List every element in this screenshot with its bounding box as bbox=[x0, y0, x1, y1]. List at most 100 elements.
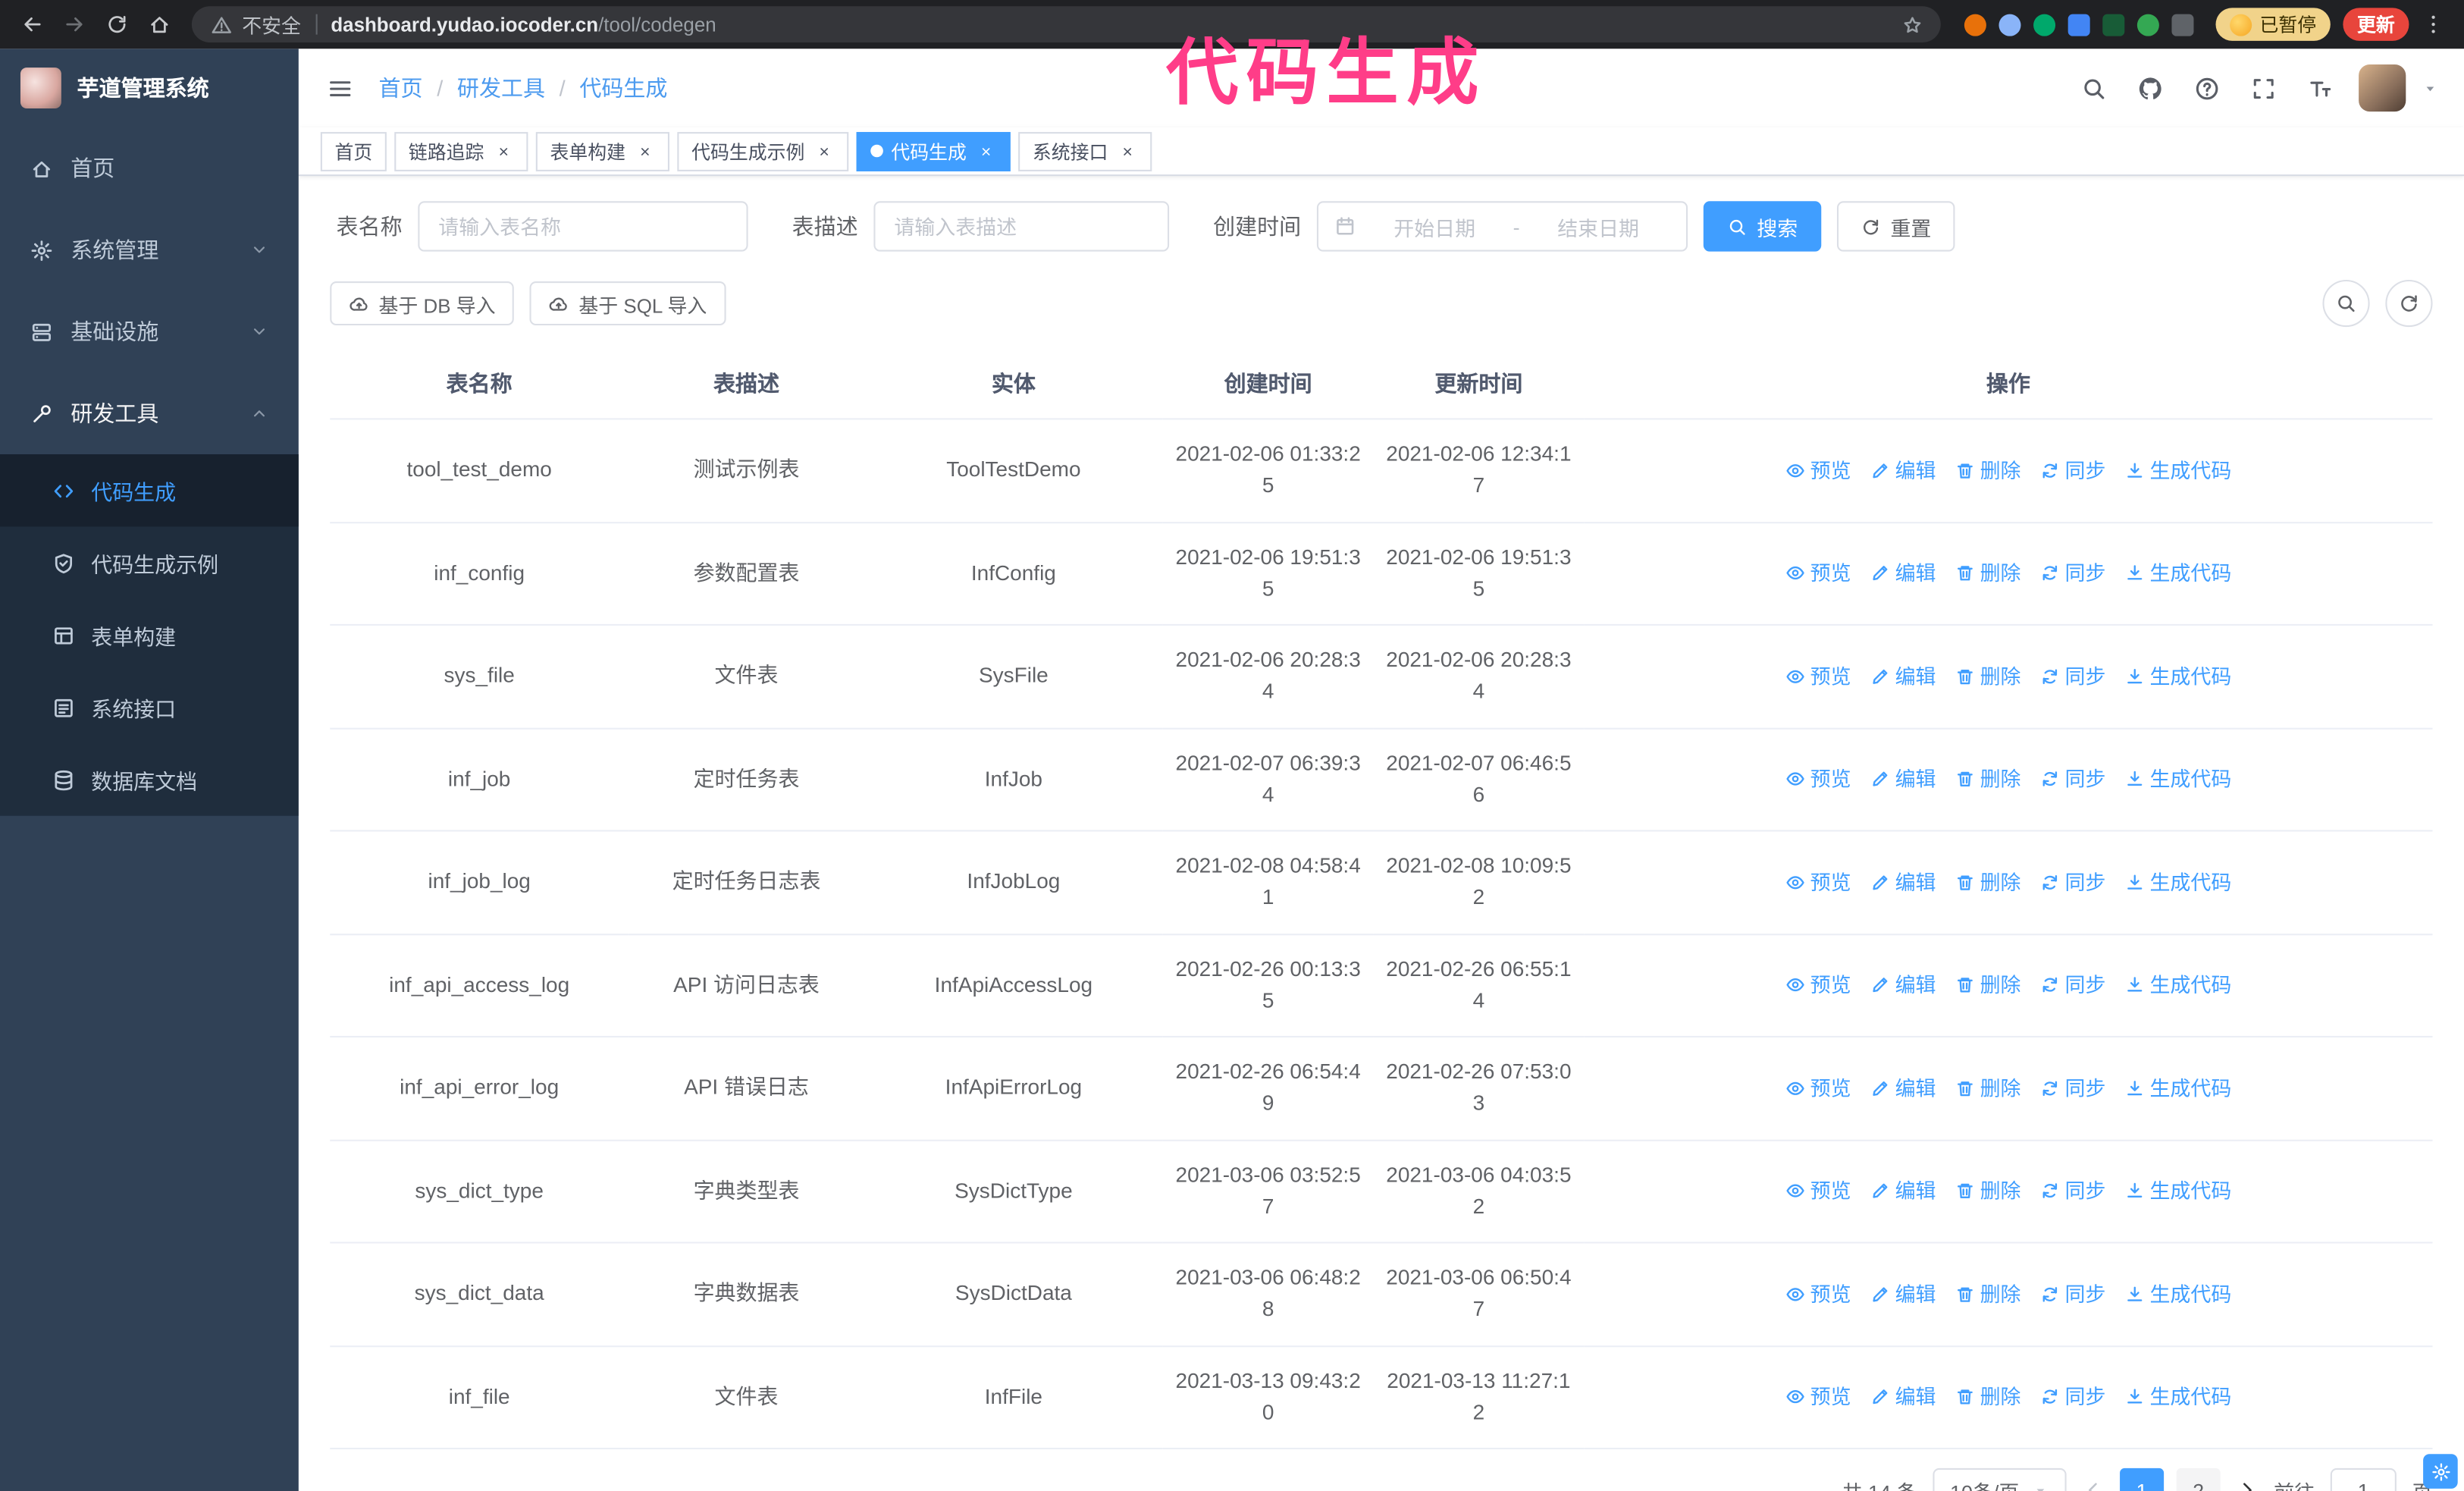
sync-link[interactable]: 同步 bbox=[2039, 1073, 2105, 1103]
help-icon[interactable] bbox=[2189, 71, 2224, 105]
sync-link[interactable]: 同步 bbox=[2039, 1382, 2105, 1412]
goto-page-input[interactable] bbox=[2330, 1467, 2397, 1491]
edit-link[interactable]: 编辑 bbox=[1870, 1073, 1936, 1103]
generate-link[interactable]: 生成代码 bbox=[2124, 764, 2231, 794]
extension-icon[interactable] bbox=[2033, 13, 2056, 36]
tab-form-builder[interactable]: 表单构建 bbox=[535, 131, 670, 171]
extension-icon[interactable] bbox=[2102, 13, 2125, 36]
github-icon[interactable] bbox=[2133, 71, 2168, 105]
prev-page-button[interactable] bbox=[2082, 1479, 2104, 1491]
breadcrumb-item[interactable]: 研发工具 bbox=[457, 72, 545, 103]
page-1-button[interactable]: 1 bbox=[2120, 1467, 2165, 1491]
create-time-range-picker[interactable]: 开始日期 - 结束日期 bbox=[1316, 201, 1688, 252]
page-2-button[interactable]: 2 bbox=[2176, 1467, 2221, 1491]
preview-link[interactable]: 预览 bbox=[1785, 970, 1851, 1000]
delete-link[interactable]: 删除 bbox=[1955, 455, 2020, 485]
tab-api-doc[interactable]: 系统接口 bbox=[1018, 131, 1152, 171]
forward-icon[interactable] bbox=[55, 5, 93, 43]
reset-button[interactable]: 重置 bbox=[1837, 201, 1955, 252]
breadcrumb-item[interactable]: 首页 bbox=[379, 72, 423, 103]
generate-link[interactable]: 生成代码 bbox=[2124, 455, 2231, 485]
generate-link[interactable]: 生成代码 bbox=[2124, 1279, 2231, 1309]
edit-link[interactable]: 编辑 bbox=[1870, 1176, 1936, 1206]
delete-link[interactable]: 删除 bbox=[1955, 970, 2020, 1000]
user-avatar[interactable] bbox=[2359, 64, 2406, 112]
import-db-button[interactable]: 基于 DB 导入 bbox=[330, 281, 515, 326]
generate-link[interactable]: 生成代码 bbox=[2124, 1176, 2231, 1206]
logo[interactable]: 芋道管理系统 bbox=[0, 49, 299, 127]
preview-link[interactable]: 预览 bbox=[1785, 661, 1851, 692]
extension-icon[interactable] bbox=[1998, 13, 2021, 36]
profile-paused-badge[interactable]: 已暂停 bbox=[2215, 8, 2331, 41]
fullscreen-icon[interactable] bbox=[2246, 71, 2281, 105]
address-bar[interactable]: 不安全 dashboard.yudao.iocoder.cn/tool/code… bbox=[191, 5, 1941, 43]
sync-link[interactable]: 同步 bbox=[2039, 558, 2105, 589]
preview-link[interactable]: 预览 bbox=[1785, 558, 1851, 589]
user-menu-caret-icon[interactable] bbox=[2419, 71, 2440, 105]
preview-link[interactable]: 预览 bbox=[1785, 1073, 1851, 1103]
preview-link[interactable]: 预览 bbox=[1785, 1176, 1851, 1206]
delete-link[interactable]: 删除 bbox=[1955, 1073, 2020, 1103]
edit-link[interactable]: 编辑 bbox=[1870, 455, 1936, 485]
sidebar-item-system[interactable]: 系统管理 bbox=[0, 209, 299, 291]
delete-link[interactable]: 删除 bbox=[1955, 1382, 2020, 1412]
tab-home[interactable]: 首页 bbox=[320, 131, 387, 171]
search-button[interactable]: 搜索 bbox=[1703, 201, 1822, 252]
table-desc-input[interactable] bbox=[873, 201, 1170, 252]
back-icon[interactable] bbox=[13, 5, 51, 43]
preview-link[interactable]: 预览 bbox=[1785, 1382, 1851, 1412]
tab-codegen[interactable]: 代码生成 bbox=[856, 131, 1011, 171]
bookmark-star-icon[interactable] bbox=[1894, 5, 1932, 43]
close-tab-icon[interactable] bbox=[813, 140, 835, 162]
extension-icon[interactable] bbox=[2171, 13, 2194, 36]
import-sql-button[interactable]: 基于 SQL 导入 bbox=[530, 281, 726, 326]
sidebar-item-db-doc[interactable]: 数据库文档 bbox=[0, 743, 299, 815]
generate-link[interactable]: 生成代码 bbox=[2124, 661, 2231, 692]
extension-icon[interactable] bbox=[2067, 13, 2090, 36]
preview-link[interactable]: 预览 bbox=[1785, 455, 1851, 485]
generate-link[interactable]: 生成代码 bbox=[2124, 558, 2231, 589]
close-tab-icon[interactable] bbox=[633, 140, 655, 162]
tab-codegen-example[interactable]: 代码生成示例 bbox=[677, 131, 849, 171]
sync-link[interactable]: 同步 bbox=[2039, 970, 2105, 1000]
settings-fab[interactable] bbox=[2423, 1454, 2458, 1489]
sidebar-item-infrastructure[interactable]: 基础设施 bbox=[0, 290, 299, 372]
sidebar-item-codegen-example[interactable]: 代码生成示例 bbox=[0, 526, 299, 598]
page-size-select[interactable]: 10条/页 bbox=[1933, 1467, 2067, 1491]
browser-menu-icon[interactable] bbox=[2414, 5, 2452, 43]
sidebar-toggle-icon[interactable] bbox=[322, 71, 357, 105]
sidebar-item-dev-tools[interactable]: 研发工具 bbox=[0, 372, 299, 454]
generate-link[interactable]: 生成代码 bbox=[2124, 867, 2231, 897]
sidebar-item-api-doc[interactable]: 系统接口 bbox=[0, 671, 299, 743]
table-name-input[interactable] bbox=[418, 201, 748, 252]
edit-link[interactable]: 编辑 bbox=[1870, 661, 1936, 692]
delete-link[interactable]: 删除 bbox=[1955, 1279, 2020, 1309]
close-tab-icon[interactable] bbox=[492, 140, 514, 162]
delete-link[interactable]: 删除 bbox=[1955, 867, 2020, 897]
sync-link[interactable]: 同步 bbox=[2039, 764, 2105, 794]
delete-link[interactable]: 删除 bbox=[1955, 661, 2020, 692]
edit-link[interactable]: 编辑 bbox=[1870, 558, 1936, 589]
reload-icon[interactable] bbox=[98, 5, 136, 43]
sidebar-item-form-builder[interactable]: 表单构建 bbox=[0, 599, 299, 671]
font-size-icon[interactable] bbox=[2303, 71, 2337, 105]
delete-link[interactable]: 删除 bbox=[1955, 558, 2020, 589]
next-page-button[interactable] bbox=[2236, 1479, 2258, 1491]
edit-link[interactable]: 编辑 bbox=[1870, 1382, 1936, 1412]
delete-link[interactable]: 删除 bbox=[1955, 1176, 2020, 1206]
sync-link[interactable]: 同步 bbox=[2039, 867, 2105, 897]
close-tab-icon[interactable] bbox=[1116, 140, 1138, 162]
tab-tracer[interactable]: 链路追踪 bbox=[394, 131, 528, 171]
delete-link[interactable]: 删除 bbox=[1955, 764, 2020, 794]
sidebar-item-home[interactable]: 首页 bbox=[0, 127, 299, 209]
toggle-search-button[interactable] bbox=[2322, 279, 2370, 328]
refresh-table-button[interactable] bbox=[2385, 279, 2433, 328]
sync-link[interactable]: 同步 bbox=[2039, 1176, 2105, 1206]
extension-icon[interactable] bbox=[2136, 13, 2159, 36]
close-tab-icon[interactable] bbox=[974, 140, 996, 162]
sidebar-item-codegen[interactable]: 代码生成 bbox=[0, 454, 299, 527]
update-button[interactable]: 更新 bbox=[2343, 8, 2409, 41]
generate-link[interactable]: 生成代码 bbox=[2124, 970, 2231, 1000]
search-icon[interactable] bbox=[2076, 71, 2111, 105]
preview-link[interactable]: 预览 bbox=[1785, 867, 1851, 897]
